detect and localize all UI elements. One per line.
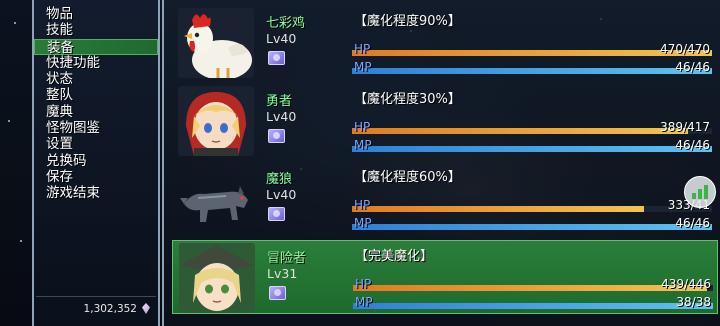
hp-fill — [352, 128, 688, 134]
party-member[interactable]: 七彩鸡 Lv40 【魔化程度90%】 HP 470/470 MP 46/46 — [172, 6, 718, 80]
member-level: Lv40 — [266, 187, 296, 202]
hp-value: 389/417 — [660, 120, 710, 134]
command-menu: 物品 技能 装备 快捷功能 状态 整队 魔典 怪物图鉴 设置 兑换码 保存 游戏… — [32, 0, 160, 326]
hp-fill — [353, 285, 708, 291]
member-name: 七彩鸡 — [266, 16, 306, 31]
hp-label: HP — [354, 198, 371, 212]
member-status: 【魔化程度30%】 — [354, 92, 461, 107]
mp-fill — [353, 303, 713, 309]
member-name: 冒险者 — [267, 251, 307, 266]
hp-value: 470/470 — [660, 42, 710, 56]
level-value: 40 — [280, 187, 297, 202]
state-icon — [268, 129, 285, 143]
menu-item-game-end[interactable]: 游戏结束 — [34, 185, 158, 201]
level-value: 40 — [280, 31, 297, 46]
rooster-portrait — [178, 8, 254, 78]
menu-item-formation[interactable]: 整队 — [34, 87, 158, 103]
mp-label: MP — [355, 295, 373, 309]
menu-item-items[interactable]: 物品 — [34, 6, 158, 22]
level-value: 31 — [281, 266, 298, 281]
party-member[interactable]: 魔狼 Lv40 【魔化程度60%】 HP 333/41 MP 46/46 — [172, 162, 718, 236]
mp-value: 46/46 — [675, 138, 710, 152]
state-icon — [269, 286, 286, 300]
party-member-selected[interactable]: 冒险者 Lv31 【完美魔化】 HP 439/446 MP 38/38 — [172, 240, 718, 314]
wolf-portrait — [178, 164, 254, 234]
mp-value: 46/46 — [675, 216, 710, 230]
level-label: Lv — [266, 109, 281, 124]
mp-bar: MP 46/46 — [352, 138, 712, 154]
level-label: Lv — [266, 31, 281, 46]
mp-label: MP — [354, 138, 372, 152]
gold-display: 1,302,352 — [36, 296, 156, 320]
state-icon — [268, 207, 285, 221]
party-panel: 七彩鸡 Lv40 【魔化程度90%】 HP 470/470 MP 46/46 勇… — [162, 0, 720, 326]
menu-item-bestiary[interactable]: 怪物图鉴 — [34, 120, 158, 136]
hp-label: HP — [354, 42, 371, 56]
menu-item-save[interactable]: 保存 — [34, 169, 158, 185]
member-name: 魔狼 — [266, 172, 293, 187]
bar-chart-icon[interactable] — [684, 176, 716, 208]
hp-label: HP — [355, 277, 372, 291]
crystal-icon — [142, 303, 150, 314]
member-status: 【魔化程度90%】 — [354, 14, 461, 29]
party-member[interactable]: 勇者 Lv40 【魔化程度30%】 HP 389/417 MP 46/46 — [172, 84, 718, 158]
member-status: 【完美魔化】 — [355, 249, 434, 264]
mp-label: MP — [354, 60, 372, 74]
menu-item-skills[interactable]: 技能 — [34, 22, 158, 38]
mp-bar: MP 46/46 — [352, 60, 712, 76]
level-label: Lv — [267, 266, 282, 281]
mp-fill — [352, 68, 712, 74]
mp-fill — [352, 146, 712, 152]
level-label: Lv — [266, 187, 281, 202]
hp-bar: HP 439/446 — [353, 277, 713, 293]
menu-item-settings[interactable]: 设置 — [34, 136, 158, 152]
adventurer-portrait — [179, 243, 255, 313]
menu-item-shortcuts[interactable]: 快捷功能 — [34, 55, 158, 71]
mp-bar: MP 46/46 — [352, 216, 712, 232]
member-name: 勇者 — [266, 94, 293, 109]
hp-fill — [352, 50, 712, 56]
menu-item-equip[interactable]: 装备 — [34, 38, 158, 56]
mp-fill — [352, 224, 712, 230]
menu-item-grimoire[interactable]: 魔典 — [34, 104, 158, 120]
member-level: Lv40 — [266, 109, 296, 124]
menu-item-status[interactable]: 状态 — [34, 71, 158, 87]
hp-bar: HP 389/417 — [352, 120, 712, 136]
mp-bar: MP 38/38 — [353, 295, 713, 311]
member-level: Lv31 — [267, 266, 297, 281]
menu-item-redeem-code[interactable]: 兑换码 — [34, 153, 158, 169]
gold-amount: 1,302,352 — [83, 302, 137, 315]
hp-fill — [352, 206, 644, 212]
mp-value: 38/38 — [676, 295, 711, 309]
hp-value: 439/446 — [661, 277, 711, 291]
hp-bar: HP 333/41 — [352, 198, 712, 214]
hp-label: HP — [354, 120, 371, 134]
mp-label: MP — [354, 216, 372, 230]
state-icon — [268, 51, 285, 65]
level-value: 40 — [280, 109, 297, 124]
menu-list: 物品 技能 装备 快捷功能 状态 整队 魔典 怪物图鉴 设置 兑换码 保存 游戏… — [34, 6, 158, 202]
member-level: Lv40 — [266, 31, 296, 46]
hero-portrait — [178, 86, 254, 156]
mp-value: 46/46 — [675, 60, 710, 74]
hp-bar: HP 470/470 — [352, 42, 712, 58]
member-status: 【魔化程度60%】 — [354, 170, 461, 185]
